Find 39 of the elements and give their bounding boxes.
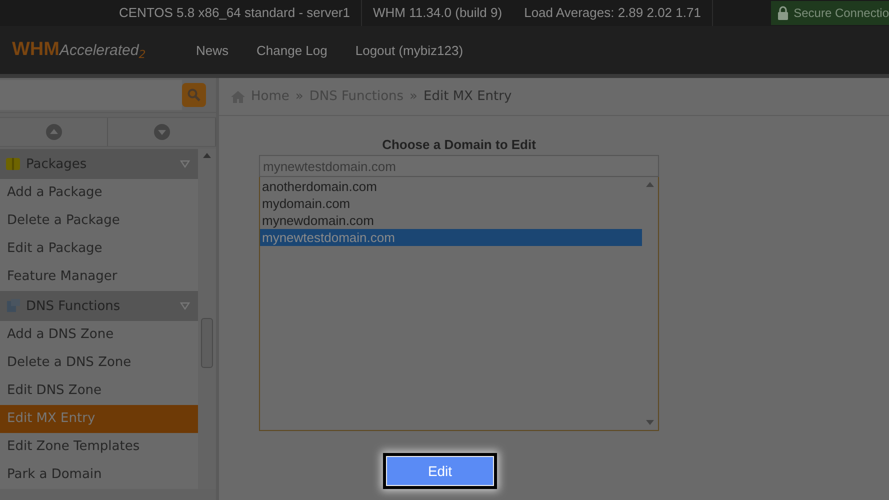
logo-text: WHM <box>12 39 60 61</box>
scroll-thumb[interactable] <box>201 318 213 368</box>
menu-item[interactable]: Park a Domain <box>0 461 198 489</box>
up-arrow-icon <box>203 153 211 158</box>
menu-item[interactable]: Feature Manager <box>0 263 198 291</box>
form-title: Choose a Domain to Edit <box>381 137 537 154</box>
list-option[interactable]: mydomain.com <box>260 195 642 212</box>
nav-link[interactable]: Logout (mybiz123) <box>355 42 464 58</box>
search-field[interactable] <box>0 80 182 110</box>
status-text: WHM 11.34.0 (build 9) <box>372 4 504 22</box>
logo-text: Accelerated <box>59 42 139 59</box>
edit-button[interactable]: Edit <box>386 456 494 486</box>
menu-item[interactable]: Edit a Package <box>0 235 198 263</box>
search-button[interactable] <box>182 83 206 107</box>
domain-list[interactable]: anotherdomain.com mydomain.com mynewdomain.com mynewtestdomain.com <box>259 177 659 431</box>
up-arrow-icon <box>646 182 654 187</box>
list-option[interactable]: anotherdomain.com <box>260 178 642 195</box>
search-icon <box>187 88 201 102</box>
menu-item[interactable]: Delete a DNS Zone <box>0 349 198 377</box>
menu-item[interactable]: Edit Zone Templates <box>0 433 198 461</box>
list-option[interactable]: mynewtestdomain.com <box>260 229 642 246</box>
menu-item[interactable]: Edit DNS Zone <box>0 377 198 405</box>
menu-item[interactable]: Add a DNS Zone <box>0 321 198 349</box>
breadcrumb-separator: » <box>410 89 418 104</box>
box-icon <box>5 156 21 172</box>
lock-icon <box>776 6 789 20</box>
menu-item[interactable]: Add a Package <box>0 179 198 207</box>
list-option[interactable]: mynewdomain.com <box>260 212 642 229</box>
breadcrumb-separator: » <box>295 89 304 104</box>
nav-link[interactable]: News <box>196 42 229 58</box>
logo-version: 2 <box>138 48 146 61</box>
secure-text: Secure Connectio <box>794 6 889 20</box>
nav-link[interactable]: Change Log <box>256 42 328 58</box>
menu-item[interactable]: Edit MX Entry <box>0 405 198 433</box>
caret-icon <box>180 302 190 310</box>
menu-item[interactable]: Delete a Package <box>0 207 198 235</box>
down-arrow-icon <box>646 420 654 425</box>
caret-icon <box>180 160 190 168</box>
breadcrumb-current: Edit MX Entry <box>424 89 512 104</box>
